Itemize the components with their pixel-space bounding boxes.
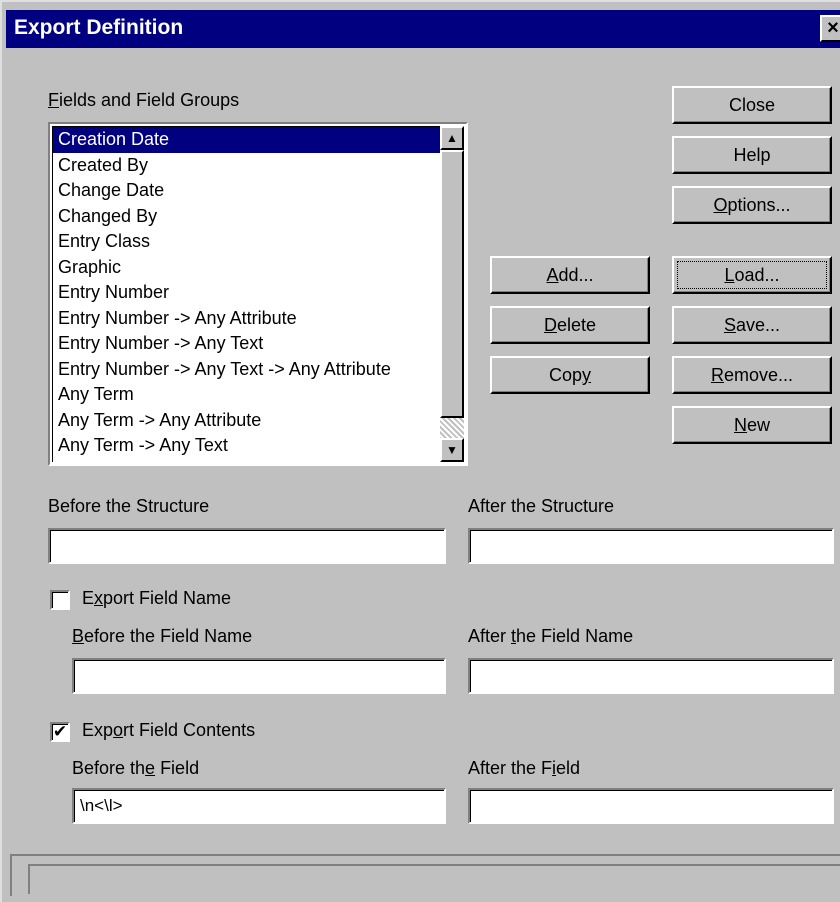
fields-listbox[interactable]: Creation Date Created By Change Date Change… bbox=[48, 122, 468, 466]
delete-button-accel: D bbox=[543, 315, 557, 335]
list-item[interactable]: Change Date bbox=[53, 178, 440, 204]
options-button[interactable]: Options... bbox=[672, 186, 832, 224]
before-field-label-rest: Field bbox=[155, 758, 200, 778]
after-field-name-input[interactable] bbox=[468, 658, 834, 694]
fields-list-label-accel: F bbox=[48, 90, 59, 110]
list-item[interactable]: Entry Number -> Any Text -> Any Attribut… bbox=[53, 357, 440, 383]
export-definition-dialog: Export Definition × Fields and Field Gro… bbox=[0, 0, 840, 902]
export-field-name-label-rest: port Field Name bbox=[103, 588, 232, 608]
fields-list-label-text: ields and Field Groups bbox=[59, 90, 240, 110]
delete-button-label: elete bbox=[556, 315, 597, 335]
list-item[interactable]: Entry Class bbox=[53, 229, 440, 255]
new-button[interactable]: New bbox=[672, 406, 832, 444]
help-button[interactable]: Help bbox=[672, 136, 832, 174]
before-structure-label: Before the Structure bbox=[48, 496, 210, 516]
new-button-label: ew bbox=[746, 415, 770, 435]
save-button[interactable]: Save... bbox=[672, 306, 832, 344]
export-field-name-accel: x bbox=[94, 588, 104, 608]
copy-button-accel: y bbox=[582, 365, 592, 385]
list-item[interactable]: Entry Number -> Any Text bbox=[53, 331, 440, 357]
export-field-contents-accel: o bbox=[113, 720, 124, 740]
before-structure-input[interactable] bbox=[48, 528, 446, 564]
after-field-label: After the Field bbox=[468, 758, 580, 779]
list-item[interactable]: Graphic bbox=[53, 255, 440, 281]
list-item[interactable]: Any Term -> Any Text -> Any Attribute bbox=[53, 459, 440, 463]
save-button-accel: S bbox=[723, 315, 736, 335]
new-button-accel: N bbox=[733, 415, 747, 435]
remove-button-label: emove... bbox=[723, 365, 794, 385]
scrollbar-thumb[interactable] bbox=[440, 150, 464, 418]
up-arrow-icon[interactable]: ▲ bbox=[440, 126, 464, 150]
window-title: Export Definition bbox=[14, 16, 184, 39]
options-button-accel: O bbox=[713, 195, 728, 215]
export-field-contents-label-pre: Exp bbox=[82, 720, 114, 740]
fields-list-label: Fields and Field Groups bbox=[48, 90, 239, 111]
status-panel bbox=[28, 864, 840, 894]
copy-button-label-pre: Cop bbox=[548, 365, 583, 385]
copy-button[interactable]: Copy bbox=[490, 356, 650, 394]
before-field-name-label-rest: efore the Field Name bbox=[84, 626, 253, 646]
save-button-label: ave... bbox=[735, 315, 781, 335]
list-item[interactable]: Created By bbox=[53, 153, 440, 179]
list-item[interactable]: Any Term -> Any Attribute bbox=[53, 408, 440, 434]
before-field-accel: e bbox=[145, 758, 156, 778]
list-item[interactable]: Any Term bbox=[53, 382, 440, 408]
after-structure-label: After the Structure bbox=[468, 496, 615, 516]
before-field-name-accel: B bbox=[72, 626, 85, 646]
close-button[interactable]: Close bbox=[672, 86, 832, 124]
after-structure-input[interactable] bbox=[468, 528, 834, 564]
export-field-name-label-pre: E bbox=[82, 588, 95, 608]
fields-list-items: Creation Date Created By Change Date Change… bbox=[52, 126, 440, 462]
before-field-name-input[interactable] bbox=[72, 658, 446, 694]
export-field-name-checkbox[interactable] bbox=[50, 590, 70, 610]
add-button[interactable]: Add... bbox=[490, 256, 650, 294]
before-field-input[interactable] bbox=[72, 788, 446, 824]
add-button-label: dd... bbox=[558, 265, 594, 285]
fields-list-scrollbar[interactable]: ▲ ▼ bbox=[440, 126, 464, 462]
load-button-label: oad... bbox=[734, 265, 780, 285]
options-button-label: ptions... bbox=[727, 195, 791, 215]
remove-button[interactable]: Remove... bbox=[672, 356, 832, 394]
list-item[interactable]: Any Term -> Any Text bbox=[53, 433, 440, 459]
after-field-input[interactable] bbox=[468, 788, 834, 824]
export-field-contents-label-rest: rt Field Contents bbox=[123, 720, 256, 740]
before-field-label: Before the Field bbox=[72, 758, 199, 779]
after-field-name-label: After the Field Name bbox=[468, 626, 633, 647]
export-field-name-label: Export Field Name bbox=[82, 588, 231, 609]
list-item[interactable]: Changed By bbox=[53, 204, 440, 230]
title-bar[interactable]: Export Definition × bbox=[6, 10, 840, 48]
after-field-label-pre: After the F bbox=[468, 758, 553, 778]
after-field-name-label-pre: After bbox=[468, 626, 512, 646]
down-arrow-icon[interactable]: ▼ bbox=[440, 438, 464, 462]
list-item[interactable]: Entry Number -> Any Attribute bbox=[53, 306, 440, 332]
list-item[interactable]: Creation Date bbox=[53, 127, 440, 153]
close-icon[interactable]: × bbox=[820, 15, 840, 42]
load-button-accel: L bbox=[724, 265, 735, 285]
list-item[interactable]: Entry Number bbox=[53, 280, 440, 306]
delete-button[interactable]: Delete bbox=[490, 306, 650, 344]
add-button-accel: A bbox=[546, 265, 559, 285]
after-field-label-rest: eld bbox=[556, 758, 581, 778]
export-field-contents-label: Export Field Contents bbox=[82, 720, 255, 741]
load-button[interactable]: Load... bbox=[672, 256, 832, 294]
export-field-contents-checkbox[interactable]: ✔ bbox=[50, 722, 70, 742]
before-field-name-label: Before the Field Name bbox=[72, 626, 252, 647]
remove-button-accel: R bbox=[710, 365, 724, 385]
before-field-label-pre: Before th bbox=[72, 758, 146, 778]
after-field-name-label-rest: he Field Name bbox=[516, 626, 634, 646]
